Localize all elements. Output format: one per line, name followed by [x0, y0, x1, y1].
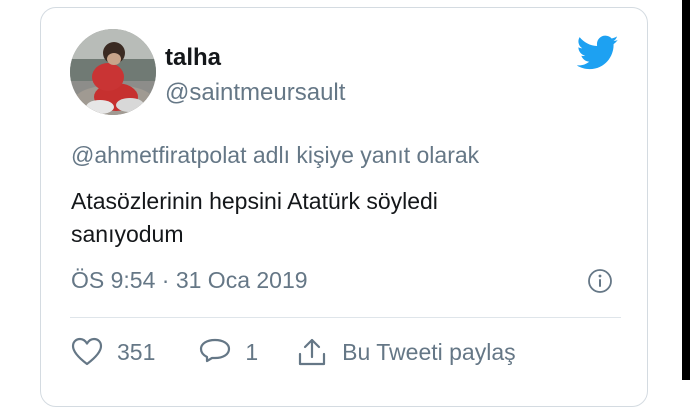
tweet-card[interactable]: talha @saintmeursault @ahmetfiratpolat a…: [40, 7, 648, 407]
share-icon: [299, 338, 326, 366]
tweet-text-line-1: Atasözlerinin hepsini Atatürk söyledi: [71, 188, 438, 214]
timestamp[interactable]: ÖS 9:54 · 31 Oca 2019: [71, 267, 308, 294]
reply-context[interactable]: @ahmetfiratpolat adlı kişiye yanıt olara…: [71, 142, 479, 169]
user-handle[interactable]: @saintmeursault: [165, 79, 345, 107]
tweet-text-line-2: sanıyodum: [71, 221, 184, 247]
twitter-bird-icon[interactable]: [576, 35, 619, 71]
reply-count: 1: [245, 338, 259, 365]
divider: [70, 317, 621, 318]
share-label: Bu Tweeti paylaş: [342, 338, 516, 365]
user-name[interactable]: talha: [165, 44, 221, 72]
like-count: 351: [117, 338, 156, 365]
like-button[interactable]: 351: [71, 337, 155, 367]
reply-button[interactable]: 1: [199, 337, 258, 367]
info-icon[interactable]: [587, 268, 613, 294]
share-button[interactable]: Bu Tweeti paylaş: [296, 337, 516, 367]
avatar[interactable]: [70, 29, 156, 115]
right-edge-bar: [682, 0, 690, 380]
heart-icon: [71, 337, 103, 366]
action-bar: 351 1 Bu Tweeti paylaş: [71, 332, 516, 372]
speech-bubble-icon: [200, 338, 231, 363]
tweet-text: Atasözlerinin hepsini Atatürk söyledi sa…: [71, 185, 571, 251]
